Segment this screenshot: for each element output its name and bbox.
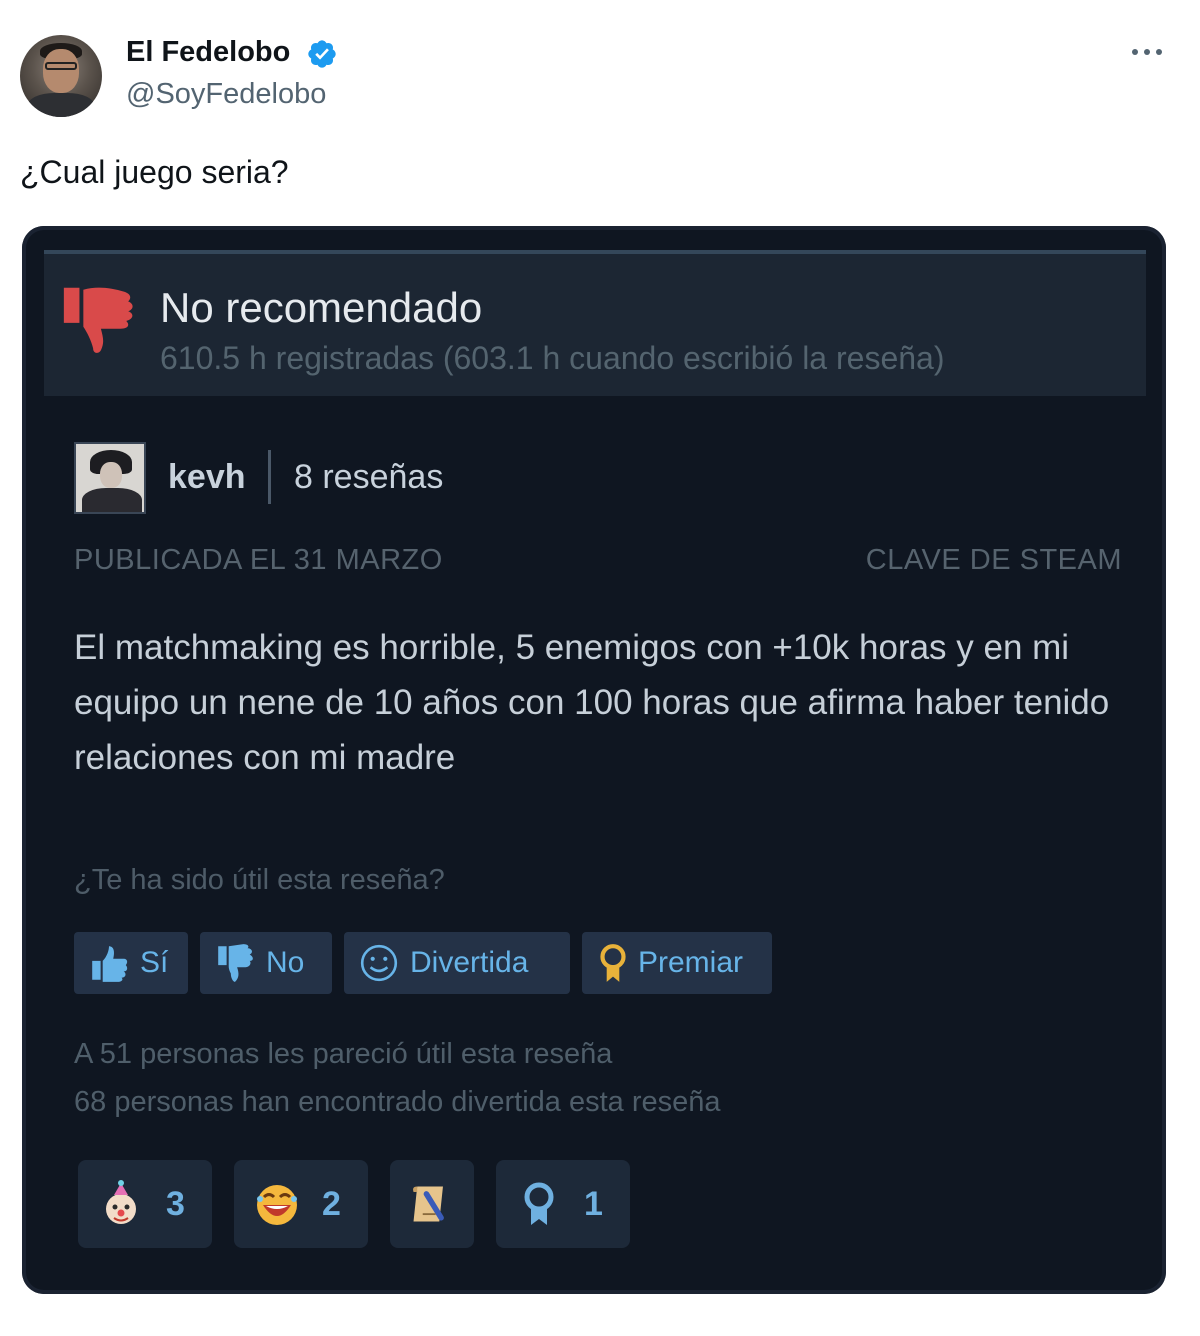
helpful-question: ¿Te ha sido útil esta reseña? bbox=[74, 864, 445, 896]
vote-no-label: No bbox=[266, 946, 305, 979]
vote-yes-label: Sí bbox=[140, 946, 169, 979]
award-ribbon-icon bbox=[600, 944, 626, 982]
medal-award-icon bbox=[524, 1182, 554, 1225]
tweet-header: El Fedelobo @SoyFedelobo bbox=[20, 32, 1180, 122]
hours-played: 610.5 h registradas (603.1 h cuando escr… bbox=[160, 340, 945, 376]
display-name[interactable]: El Fedelobo bbox=[126, 36, 290, 69]
award-count: 2 bbox=[322, 1184, 341, 1223]
award-count: 1 bbox=[584, 1184, 603, 1223]
laughing-face-award-icon bbox=[257, 1185, 297, 1225]
tweet-text: ¿Cual juego seria? bbox=[20, 154, 289, 190]
product-source: CLAVE DE STEAM bbox=[865, 544, 1122, 576]
author-avatar[interactable] bbox=[74, 442, 146, 514]
award-chip-scroll[interactable] bbox=[390, 1160, 474, 1248]
user-avatar[interactable] bbox=[20, 35, 102, 117]
author-review-count[interactable]: 8 reseñas bbox=[294, 458, 443, 497]
posted-date: PUBLICADA EL 31 MARZO bbox=[74, 544, 443, 576]
vote-funny-label: Divertida bbox=[410, 946, 529, 979]
thumb-down-small-icon bbox=[218, 944, 253, 982]
verified-badge-icon bbox=[308, 40, 336, 68]
scroll-award-icon bbox=[413, 1186, 444, 1222]
vote-funny-button[interactable]: Divertida bbox=[344, 932, 570, 994]
vote-no-button[interactable]: No bbox=[200, 932, 332, 994]
author-name[interactable]: kevh bbox=[168, 458, 246, 497]
more-options-icon[interactable] bbox=[1130, 42, 1164, 62]
review-body: El matchmaking es horrible, 5 enemigos c… bbox=[74, 628, 1110, 777]
review-verdict: No recomendado bbox=[160, 284, 483, 331]
award-button[interactable]: Premiar bbox=[582, 932, 772, 994]
funny-count-text: 68 personas han encontrado divertida est… bbox=[74, 1086, 721, 1118]
vote-yes-button[interactable]: Sí bbox=[74, 932, 188, 994]
review-header: No recomendado 610.5 h registradas (603.… bbox=[44, 250, 1146, 396]
award-chip-laughing[interactable]: 2 bbox=[234, 1160, 368, 1248]
thumb-up-icon bbox=[92, 946, 128, 982]
author-divider bbox=[268, 450, 271, 504]
user-handle[interactable]: @SoyFedelobo bbox=[126, 78, 326, 111]
award-label: Premiar bbox=[638, 946, 744, 979]
steam-review-image[interactable]: No recomendado 610.5 h registradas (603.… bbox=[22, 226, 1166, 1294]
award-chip-clown[interactable]: 3 bbox=[78, 1160, 212, 1248]
clown-award-icon bbox=[106, 1180, 136, 1224]
award-chip-medal[interactable]: 1 bbox=[496, 1160, 630, 1248]
thumb-down-icon bbox=[63, 287, 133, 353]
award-count: 3 bbox=[166, 1184, 185, 1223]
helpful-count-text: A 51 personas les pareció útil esta rese… bbox=[74, 1038, 613, 1070]
smiley-icon bbox=[360, 944, 398, 982]
